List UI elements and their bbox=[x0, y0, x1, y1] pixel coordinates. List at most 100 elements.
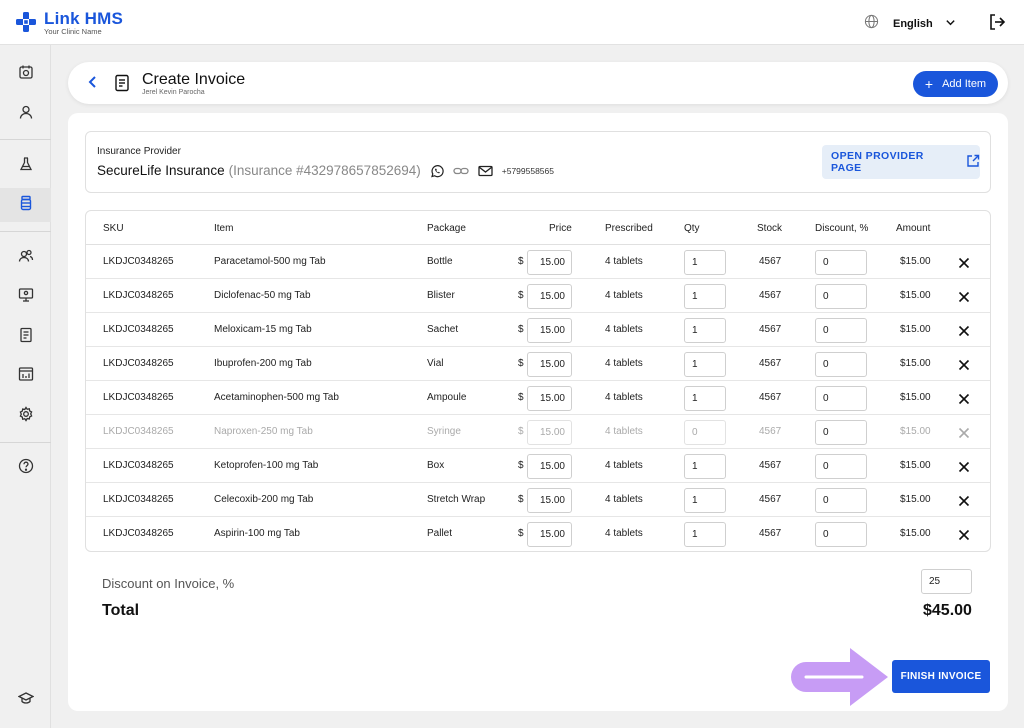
price-input[interactable]: 15.00 bbox=[527, 352, 572, 377]
app-logo[interactable]: Link HMS Your Clinic Name bbox=[16, 10, 123, 36]
qty-input[interactable]: 1 bbox=[684, 386, 726, 411]
remove-row-icon[interactable] bbox=[958, 528, 970, 541]
qty-input[interactable]: 1 bbox=[684, 522, 726, 547]
chevron-down-icon bbox=[945, 15, 956, 33]
finish-invoice-button[interactable]: FINISH INVOICE bbox=[892, 660, 990, 693]
sidebar-item-lab[interactable] bbox=[0, 149, 51, 183]
remove-row-icon[interactable] bbox=[958, 358, 970, 371]
cell-package: Sachet bbox=[427, 324, 459, 335]
pill-bottle-icon bbox=[18, 195, 34, 216]
price-input[interactable]: 15.00 bbox=[527, 454, 572, 479]
arrow-pointer-icon bbox=[788, 644, 892, 715]
table-row: LKDJC0348265 Acetaminophen-500 mg Tab Ampo… bbox=[86, 381, 990, 415]
sidebar-item-help[interactable] bbox=[0, 451, 51, 485]
sidebar-item-appointments[interactable] bbox=[0, 57, 51, 91]
sidebar-item-telehealth[interactable] bbox=[0, 280, 51, 314]
qty-input[interactable]: 1 bbox=[684, 352, 726, 377]
add-item-label: Add Item bbox=[942, 78, 987, 90]
remove-row-icon[interactable] bbox=[958, 460, 970, 473]
back-icon[interactable] bbox=[86, 75, 100, 94]
sidebar-item-reports[interactable] bbox=[0, 359, 51, 393]
cell-amount: $15.00 bbox=[900, 290, 931, 301]
monitor-icon bbox=[18, 287, 34, 308]
qty-input[interactable]: 1 bbox=[684, 454, 726, 479]
discount-input[interactable]: 0 bbox=[815, 250, 867, 275]
remove-row-icon[interactable] bbox=[958, 290, 970, 303]
whatsapp-icon[interactable] bbox=[430, 164, 444, 178]
cell-item: Ketoprofen-100 mg Tab bbox=[214, 460, 319, 471]
invoice-document-icon bbox=[114, 74, 130, 97]
price-input[interactable]: 15.00 bbox=[527, 250, 572, 275]
discount-input[interactable]: 0 bbox=[815, 488, 867, 513]
cell-item: Celecoxib-200 mg Tab bbox=[214, 494, 314, 505]
flask-icon bbox=[18, 156, 34, 177]
price-input[interactable]: 15.00 bbox=[527, 318, 572, 343]
column-header-qty: Qty bbox=[684, 223, 700, 234]
logout-icon[interactable] bbox=[988, 13, 1006, 36]
discount-input[interactable]: 0 bbox=[815, 284, 867, 309]
table-row: LKDJC0348265 Paracetamol-500 mg Tab Bottle… bbox=[86, 245, 990, 279]
cell-stock: 4567 bbox=[759, 494, 782, 505]
sidebar-item-patients[interactable] bbox=[0, 97, 51, 131]
table-row: LKDJC0348265 Celecoxib-200 mg Tab Stretch … bbox=[86, 483, 990, 517]
cell-sku: LKDJC0348265 bbox=[103, 426, 174, 437]
qty-input[interactable]: 1 bbox=[684, 250, 726, 275]
cell-amount: $15.00 bbox=[900, 494, 931, 505]
remove-row-icon[interactable] bbox=[958, 392, 970, 405]
sidebar-item-pharmacy[interactable] bbox=[0, 188, 51, 222]
discount-input[interactable]: 0 bbox=[815, 420, 867, 445]
cell-package: Syringe bbox=[427, 426, 461, 437]
sidebar-item-staff[interactable] bbox=[0, 241, 51, 275]
remove-row-icon[interactable] bbox=[958, 494, 970, 507]
price-input[interactable]: 15.00 bbox=[527, 420, 572, 445]
price-input[interactable]: 15.00 bbox=[527, 386, 572, 411]
mail-icon[interactable] bbox=[478, 165, 493, 177]
discount-input[interactable]: 0 bbox=[815, 522, 867, 547]
cell-prescribed: 4 tablets bbox=[605, 494, 643, 505]
discount-input[interactable]: 0 bbox=[815, 386, 867, 411]
remove-row-icon[interactable] bbox=[958, 256, 970, 269]
cell-stock: 4567 bbox=[759, 392, 782, 403]
cell-sku: LKDJC0348265 bbox=[103, 290, 174, 301]
currency-symbol: $ bbox=[518, 324, 524, 335]
cell-item: Naproxen-250 mg Tab bbox=[214, 426, 313, 437]
price-input[interactable]: 15.00 bbox=[527, 522, 572, 547]
cell-prescribed: 4 tablets bbox=[605, 392, 643, 403]
price-input[interactable]: 15.00 bbox=[527, 488, 572, 513]
add-item-button[interactable]: + Add Item bbox=[913, 71, 998, 97]
discount-input[interactable]: 0 bbox=[815, 318, 867, 343]
clinic-name: Your Clinic Name bbox=[44, 27, 102, 36]
discount-input[interactable]: 0 bbox=[815, 454, 867, 479]
cell-prescribed: 4 tablets bbox=[605, 290, 643, 301]
cell-sku: LKDJC0348265 bbox=[103, 324, 174, 335]
table-row: LKDJC0348265 Meloxicam-15 mg Tab Sachet $15… bbox=[86, 313, 990, 347]
cell-prescribed: 4 tablets bbox=[605, 528, 643, 539]
qty-input[interactable]: 1 bbox=[684, 284, 726, 309]
cell-stock: 4567 bbox=[759, 358, 782, 369]
user-icon bbox=[18, 104, 34, 125]
qty-input[interactable]: 1 bbox=[684, 488, 726, 513]
open-provider-label: OPEN PROVIDER PAGE bbox=[831, 150, 924, 174]
globe-icon bbox=[864, 14, 879, 34]
cell-item: Acetaminophen-500 mg Tab bbox=[214, 392, 339, 403]
invoice-discount-input[interactable]: 25 bbox=[921, 569, 972, 594]
cell-item: Paracetamol-500 mg Tab bbox=[214, 256, 326, 267]
discount-input[interactable]: 0 bbox=[815, 352, 867, 377]
external-link-icon bbox=[966, 154, 980, 171]
sidebar-item-invoices[interactable] bbox=[0, 320, 51, 354]
link-icon[interactable] bbox=[453, 164, 469, 178]
cell-amount: $15.00 bbox=[900, 392, 931, 403]
language-selector[interactable]: English bbox=[864, 14, 956, 34]
document-icon bbox=[18, 327, 34, 348]
open-provider-page-button[interactable]: OPEN PROVIDER PAGE bbox=[822, 145, 980, 179]
table-row: LKDJC0348265 Naproxen-250 mg Tab Syringe $1… bbox=[86, 415, 990, 449]
currency-symbol: $ bbox=[518, 290, 524, 301]
remove-row-icon[interactable] bbox=[958, 324, 970, 337]
qty-input[interactable]: 0 bbox=[684, 420, 726, 445]
sidebar-item-settings[interactable] bbox=[0, 399, 51, 433]
sidebar-item-training[interactable] bbox=[0, 683, 51, 717]
qty-input[interactable]: 1 bbox=[684, 318, 726, 343]
cell-amount: $15.00 bbox=[900, 358, 931, 369]
price-input[interactable]: 15.00 bbox=[527, 284, 572, 309]
remove-row-icon[interactable] bbox=[958, 426, 970, 439]
